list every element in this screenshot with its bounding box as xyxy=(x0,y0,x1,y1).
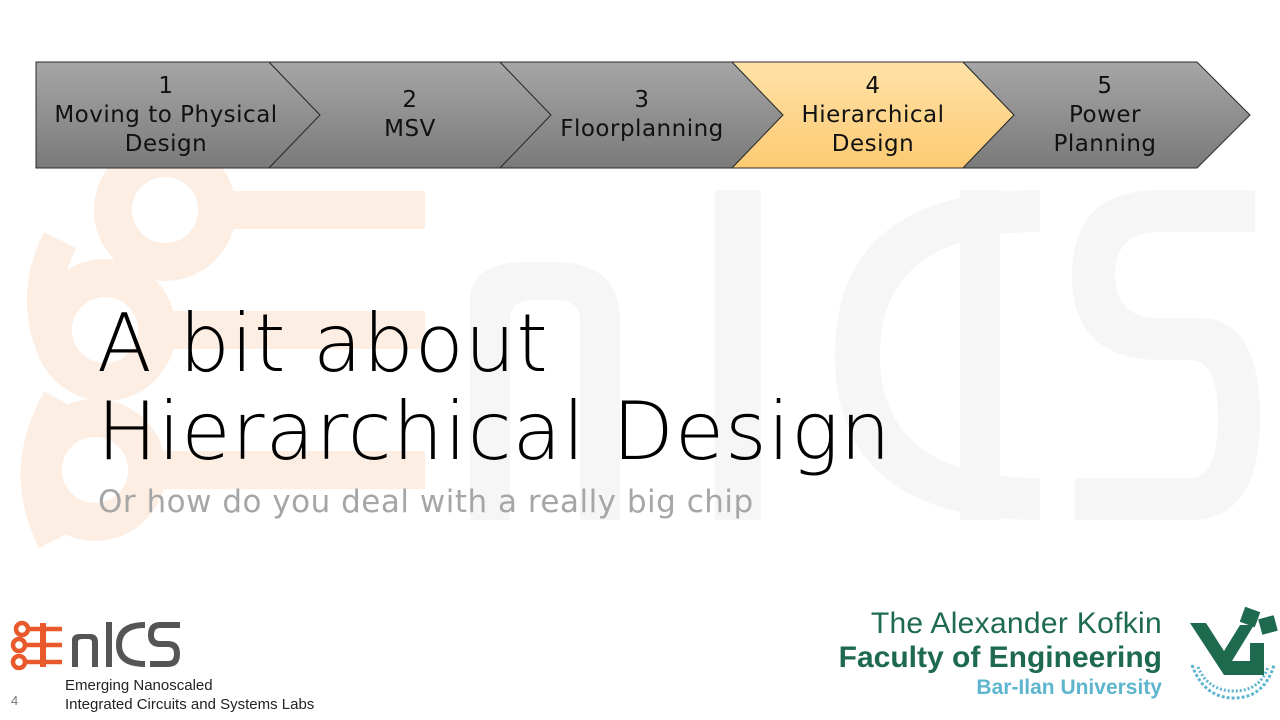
slide-title-line2: Hierarchical Design xyxy=(97,385,892,478)
process-step-3[interactable]: 3 Floorplanning xyxy=(532,62,752,168)
process-step-4-number: 4 xyxy=(865,72,881,99)
process-step-1-label-line2: Design xyxy=(124,130,208,157)
process-step-1-label-line1: Moving to Physical xyxy=(54,101,278,128)
enics-caption: Emerging Nanoscaled Integrated Circuits … xyxy=(65,676,314,714)
process-step-5-label-line1: Power xyxy=(1068,101,1142,128)
enics-caption-line2: Integrated Circuits and Systems Labs xyxy=(65,696,315,713)
process-step-4-label-line1: Hierarchical xyxy=(801,101,945,128)
process-step-4-label-line2: Design xyxy=(831,130,915,157)
process-step-1[interactable]: 1 Moving to Physical Design xyxy=(40,62,292,168)
faculty-signature: The Alexander Kofkin Faculty of Engineer… xyxy=(839,607,1162,701)
process-step-1-number: 1 xyxy=(158,72,174,99)
bar-ilan-emblem-icon xyxy=(1190,606,1278,700)
process-step-5-label-line2: Planning xyxy=(1053,130,1157,157)
enics-caption-line1: Emerging Nanoscaled xyxy=(65,677,213,694)
enics-logo-icon xyxy=(10,620,180,671)
process-step-3-number: 3 xyxy=(634,87,650,113)
slide-subtitle: Or how do you deal with a really big chi… xyxy=(98,484,754,520)
process-step-5-number: 5 xyxy=(1097,72,1113,99)
process-step-4[interactable]: 4 Hierarchical Design xyxy=(763,62,983,168)
process-step-3-label-line1: Floorplanning xyxy=(560,116,724,142)
university-name: Bar-Ilan University xyxy=(976,676,1162,699)
slide: 1 Moving to Physical Design 2 MSV 3 Floo… xyxy=(0,0,1280,720)
process-step-5[interactable]: 5 Power Planning xyxy=(995,62,1215,168)
slide-title: A bit about Hierarchical Design xyxy=(97,300,892,476)
slide-title-line1: A bit about xyxy=(97,297,549,390)
process-step-2[interactable]: 2 MSV xyxy=(300,62,520,168)
faculty-name-line: The Alexander Kofkin xyxy=(870,607,1162,640)
process-step-2-label-line1: MSV xyxy=(384,116,436,142)
faculty-title-line: Faculty of Engineering xyxy=(838,641,1162,674)
process-step-2-number: 2 xyxy=(402,87,418,113)
slide-number: 4 xyxy=(11,693,19,708)
